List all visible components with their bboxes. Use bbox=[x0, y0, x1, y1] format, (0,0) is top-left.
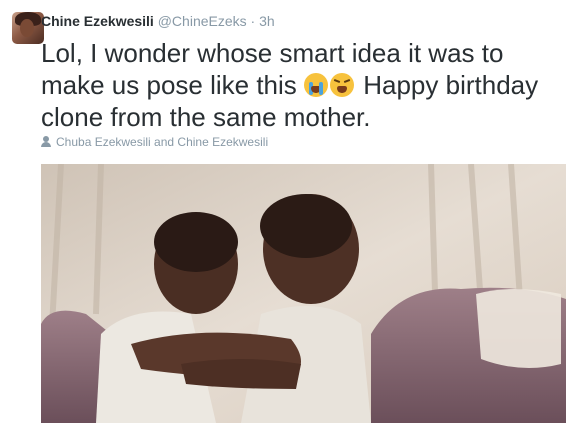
tired-face-emoji bbox=[330, 73, 355, 97]
tagged-people-label: Chuba Ezekwesili and Chine Ezekwesili bbox=[56, 135, 269, 149]
separator-dot: · bbox=[250, 13, 256, 29]
tweet-header: Chine Ezekwesili @ChineEzeks · 3h bbox=[41, 12, 275, 30]
crying-face-emoji bbox=[304, 73, 329, 97]
tweet: Chine Ezekwesili @ChineEzeks · 3h Lol, I… bbox=[0, 0, 566, 423]
person-icon bbox=[41, 136, 51, 147]
tweet-photo[interactable] bbox=[41, 164, 566, 423]
tweet-text: Lol, I wonder whose smart idea it was to… bbox=[41, 37, 561, 133]
avatar[interactable] bbox=[12, 12, 44, 44]
tagged-people[interactable]: Chuba Ezekwesili and Chine Ezekwesili bbox=[41, 134, 268, 150]
user-handle[interactable]: @ChineEzeks bbox=[158, 13, 247, 29]
timestamp[interactable]: 3h bbox=[259, 13, 275, 29]
display-name[interactable]: Chine Ezekwesili bbox=[41, 13, 154, 29]
